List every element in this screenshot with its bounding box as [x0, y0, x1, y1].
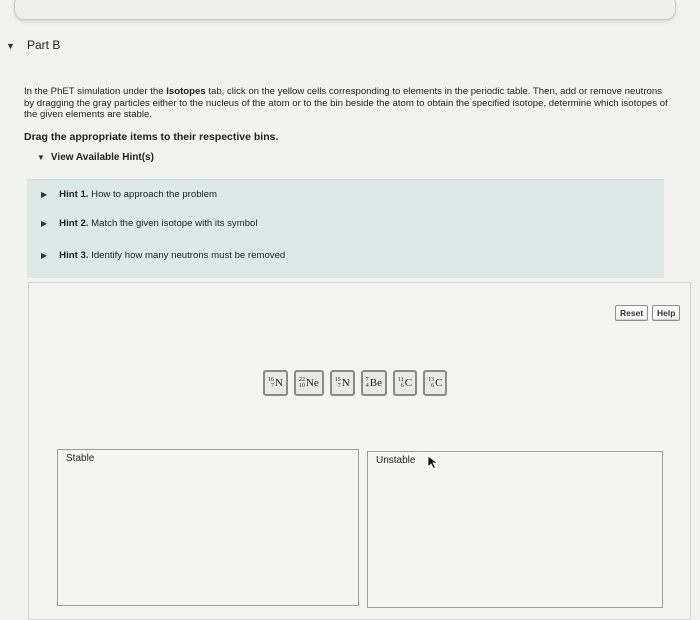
- help-button[interactable]: Help: [652, 305, 681, 321]
- isotope-symbol: Ne: [305, 377, 319, 389]
- hint-item-1[interactable]: ▶ Hint 1. How to approach the problem: [41, 189, 217, 200]
- isotope-tile[interactable]: 11 6 C: [392, 370, 418, 396]
- mouse-cursor-icon: [427, 455, 439, 469]
- instructions-text: In the PhET simulation under the Isotope…: [24, 86, 668, 120]
- chevron-right-icon: ▶: [41, 190, 48, 199]
- chevron-right-icon: ▶: [41, 219, 48, 228]
- stable-bin-label: Stable: [66, 453, 95, 464]
- isotope-tile[interactable]: 15 7 N: [329, 370, 355, 396]
- view-hints-label: View Available Hint(s): [50, 152, 154, 163]
- isotope-symbol: N: [341, 377, 350, 389]
- hint-label: Hint 2. Match the given isotope with its…: [59, 218, 258, 229]
- isotope-tiles: 16 7 N 22 10 Ne 15 7 N 74 Be 11 6 C 13 6 C: [263, 370, 448, 396]
- chevron-down-icon: ▼: [37, 153, 45, 162]
- unstable-bin[interactable]: Unstable: [367, 451, 663, 608]
- collapse-part-icon[interactable]: ▼: [6, 41, 15, 51]
- isotope-tile[interactable]: 13 6 C: [423, 370, 448, 396]
- isotope-tile[interactable]: 74 Be: [360, 370, 387, 396]
- isotope-symbol: C: [435, 377, 443, 389]
- previous-part-frame: [14, 0, 676, 20]
- chevron-right-icon: ▶: [41, 251, 48, 260]
- stable-bin[interactable]: Stable: [57, 449, 359, 606]
- hint-label: Hint 3. Identify how many neutrons must …: [59, 250, 286, 261]
- isotope-symbol: N: [275, 377, 283, 389]
- hints-panel: ▶ Hint 1. How to approach the problem ▶ …: [27, 179, 664, 278]
- isotope-tile[interactable]: 22 10 Ne: [293, 370, 324, 396]
- hint-item-2[interactable]: ▶ Hint 2. Match the given isotope with i…: [41, 218, 258, 229]
- reset-button[interactable]: Reset: [615, 305, 649, 321]
- isotope-symbol: C: [404, 377, 413, 389]
- part-title: Part B: [27, 38, 61, 52]
- task-text: Drag the appropriate items to their resp…: [24, 131, 279, 143]
- isotope-tile[interactable]: 16 7 N: [263, 370, 288, 396]
- view-hints-toggle[interactable]: ▼ View Available Hint(s): [37, 152, 154, 163]
- unstable-bin-label: Unstable: [376, 455, 416, 466]
- isotope-symbol: Be: [369, 377, 382, 389]
- hint-item-3[interactable]: ▶ Hint 3. Identify how many neutrons mus…: [41, 250, 285, 261]
- hint-label: Hint 1. How to approach the problem: [59, 189, 218, 200]
